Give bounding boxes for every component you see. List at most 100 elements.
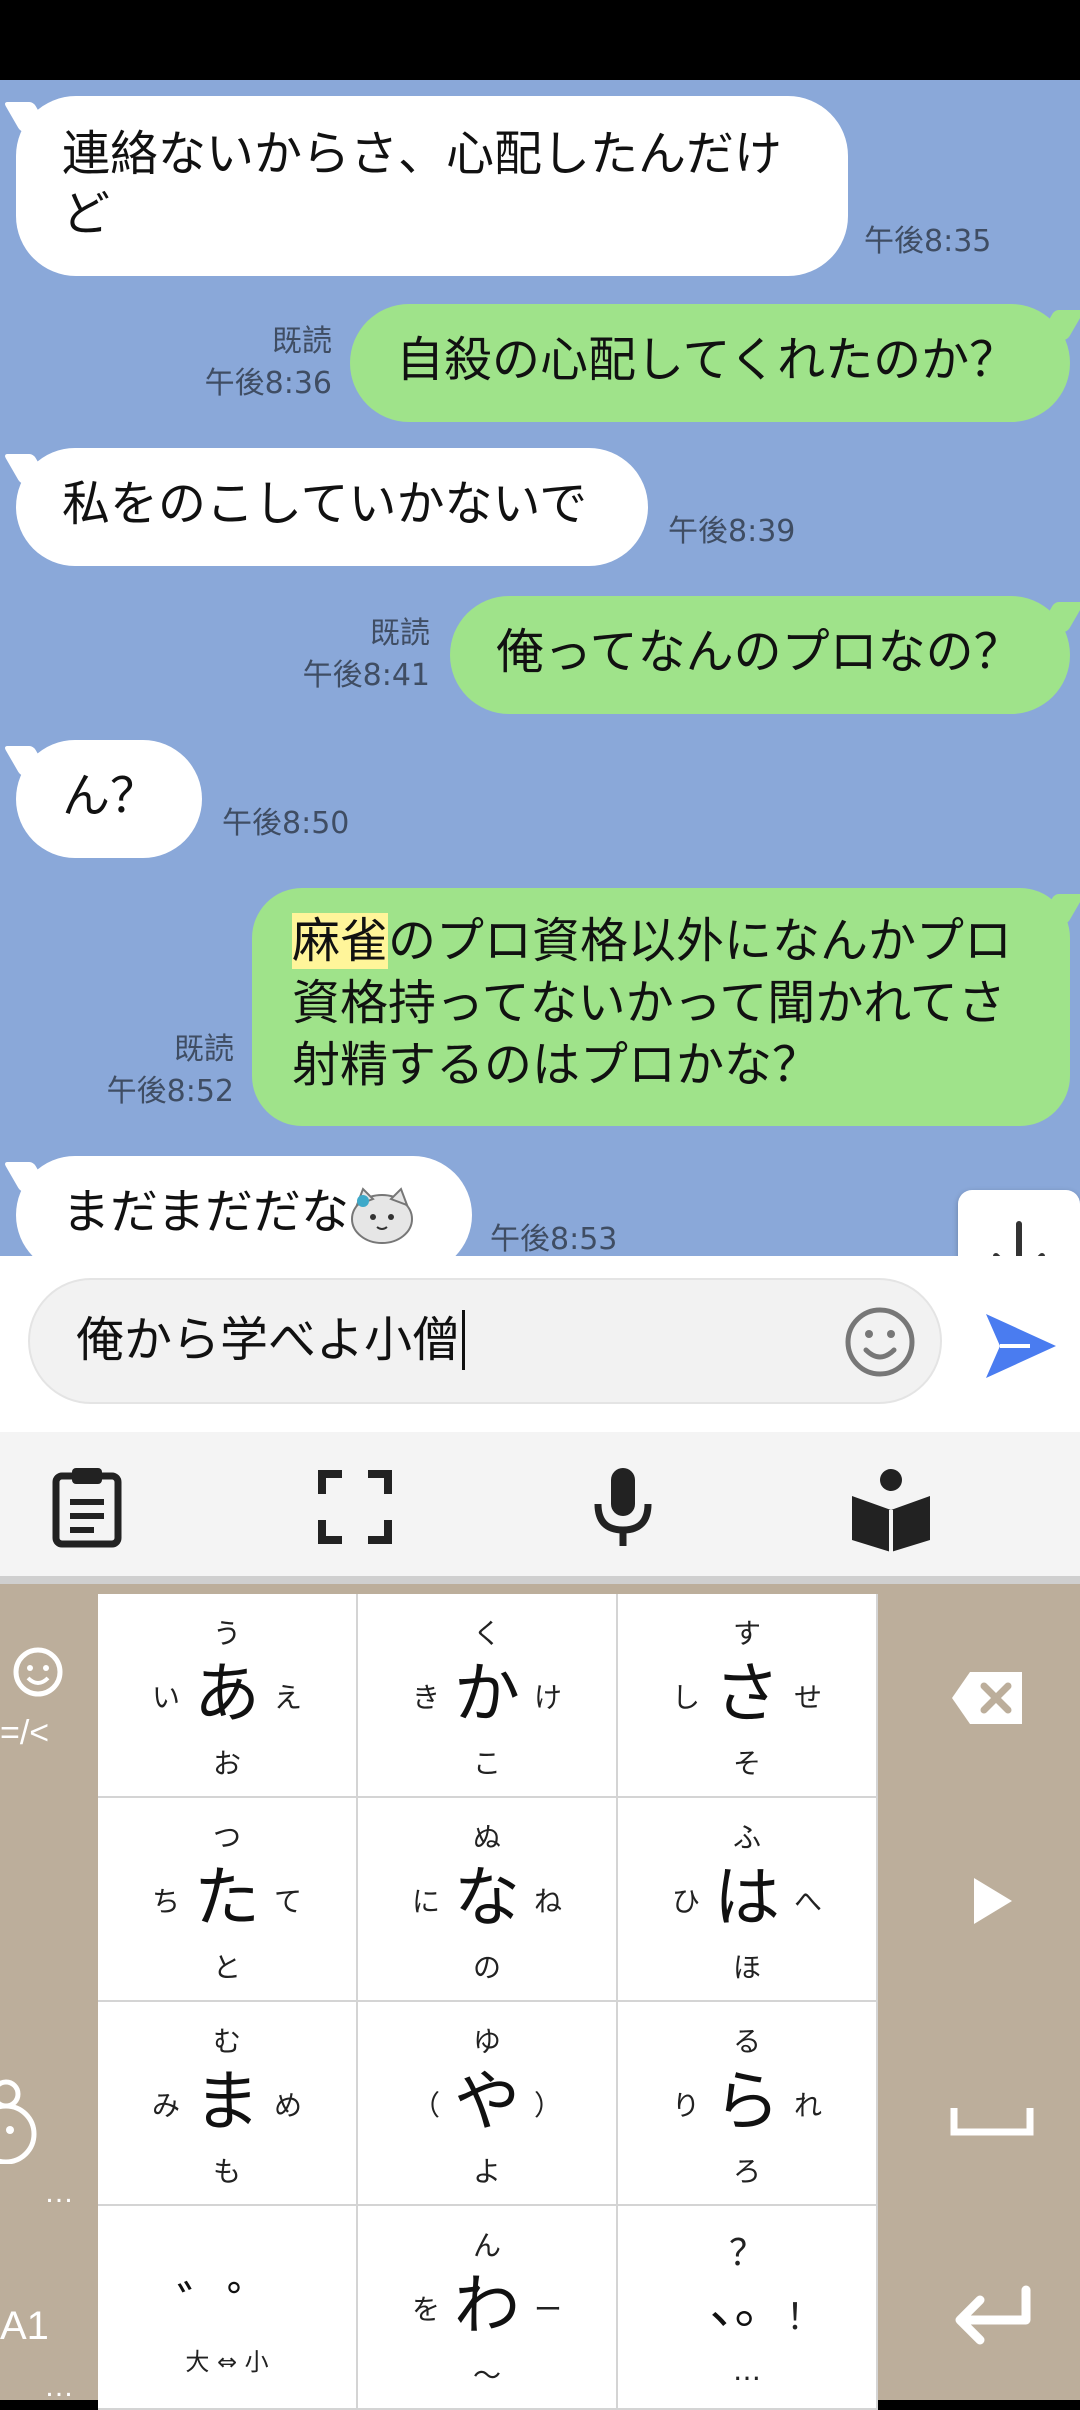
- message-bubble-incoming[interactable]: ん？: [16, 740, 202, 858]
- key-flick-down: も: [212, 2155, 241, 2188]
- message-line-3: 射精するのはプロかな？: [292, 1037, 821, 1093]
- key-main-char: ま: [194, 2063, 260, 2140]
- key-flick-down: ろ: [732, 2155, 761, 2188]
- message-read-status: 既読: [174, 1032, 234, 1067]
- key-main-char: わ: [454, 2267, 520, 2344]
- key-flick-right: れ: [793, 2089, 822, 2122]
- keyboard-toolbar: [0, 1432, 1080, 1584]
- key-flick-down: と: [212, 1951, 241, 1984]
- key-flick-up: む: [212, 2025, 241, 2058]
- bear-icon[interactable]: [0, 2074, 40, 2164]
- chat-area[interactable]: 連絡ないからさ、心配したんだけ ど 午後8:35 既読 午後8:36 自殺の心配…: [0, 80, 1080, 1256]
- key-flick-right: へ: [793, 1885, 822, 1918]
- input-mode-key[interactable]: A1: [0, 2304, 49, 2349]
- message-input-text: 俺から学べよ小僧: [76, 1310, 466, 1370]
- message-read-status: 既読: [370, 616, 430, 651]
- backspace-icon[interactable]: [950, 1668, 1026, 1728]
- message-time: 午後8:53: [490, 1222, 618, 1256]
- message-input-bar: 俺から学べよ小僧: [0, 1256, 1080, 1432]
- arrow-down-icon: [993, 1221, 1045, 1256]
- key-main-char: な: [454, 1859, 520, 1936]
- key-flick-down: 大 ⇔ 小: [185, 2348, 269, 2376]
- key-flick-down: お: [212, 1747, 241, 1780]
- dictionary-icon[interactable]: [846, 1462, 936, 1552]
- key-na[interactable]: ぬ に な ね の: [358, 1798, 618, 2002]
- key-flick-up: ぬ: [472, 1821, 501, 1854]
- key-main-char: さ: [714, 1655, 780, 1732]
- key-flick-down: 〜: [472, 2359, 501, 2392]
- key-wa[interactable]: ん を わ ー 〜: [358, 2206, 618, 2410]
- key-flick-up: う: [212, 1617, 241, 1650]
- message-time: 午後8:35: [864, 224, 992, 259]
- message-time: 午後8:50: [222, 806, 350, 841]
- message-text: のプロ資格以外になんかプロ: [388, 913, 1013, 969]
- more-dots: …: [44, 2176, 74, 2209]
- select-area-icon[interactable]: [310, 1462, 400, 1552]
- key-flick-down: こ: [472, 1747, 501, 1780]
- key-punctuation[interactable]: ？ 、。 ！ …: [618, 2206, 878, 2410]
- message-time: 午後8:36: [204, 366, 332, 401]
- message-bubble-outgoing[interactable]: 麻雀のプロ資格以外になんかプロ 資格持ってないかって聞かれてさ 射精するのはプロ…: [252, 888, 1070, 1126]
- cat-emoji-icon: [351, 1187, 414, 1244]
- key-main-char: た: [194, 1859, 260, 1936]
- key-main-char: 、。: [709, 2277, 785, 2335]
- message-line-2: 資格持ってないかって聞かれてさ: [292, 975, 1006, 1031]
- status-bar: [0, 0, 1080, 80]
- key-flick-right: ね: [533, 1885, 562, 1918]
- key-flick-right: て: [273, 1885, 302, 1918]
- message-time: 午後8:41: [302, 658, 430, 693]
- key-flick-up: ふ: [732, 1821, 761, 1854]
- key-ha[interactable]: ふ ひ は へ ほ: [618, 1798, 878, 2002]
- key-flick-up: す: [732, 1617, 761, 1650]
- key-flick-right: ）: [533, 2089, 562, 2122]
- key-main-char: は: [714, 1859, 780, 1936]
- flick-keyboard: =/< … A1 … う い あ え お く き か け こ す し さ せ そ…: [0, 1584, 1080, 2410]
- key-ka[interactable]: く き か け こ: [358, 1594, 618, 1798]
- key-flick-right: け: [533, 1681, 562, 1714]
- key-flick-right: め: [273, 2089, 302, 2122]
- key-main-char: ゛゜: [177, 2277, 277, 2335]
- message-line-1: 麻雀のプロ資格以外になんかプロ: [292, 910, 1030, 972]
- clipboard-icon[interactable]: [42, 1462, 132, 1552]
- key-ya[interactable]: ゆ （ や ） よ: [358, 2002, 618, 2206]
- key-flick-right: え: [273, 1681, 302, 1714]
- highlighted-text: 麻雀: [292, 913, 389, 969]
- send-icon[interactable]: [980, 1306, 1060, 1386]
- key-a[interactable]: う い あ え お: [98, 1594, 358, 1798]
- cursor-right-icon[interactable]: [970, 1876, 1016, 1926]
- key-flick-down: ほ: [732, 1951, 761, 1984]
- key-flick-up: ゆ: [472, 2025, 501, 2058]
- key-ra[interactable]: る り ら れ ろ: [618, 2002, 878, 2206]
- key-main-char: か: [454, 1655, 520, 1732]
- message-time: 午後8:52: [106, 1074, 234, 1109]
- key-flick-down: そ: [732, 1747, 761, 1780]
- message-read-status: 既読: [272, 324, 332, 359]
- key-flick-up: ん: [472, 2229, 501, 2262]
- message-input-field[interactable]: 俺から学べよ小僧: [28, 1278, 942, 1404]
- message-bubble-outgoing[interactable]: 自殺の心配してくれたのか？: [350, 304, 1070, 422]
- space-icon[interactable]: [950, 2104, 1034, 2138]
- key-ta[interactable]: つ ち た て と: [98, 1798, 358, 2002]
- key-main-char: ら: [714, 2063, 780, 2140]
- microphone-icon[interactable]: [578, 1462, 668, 1552]
- key-flick-up: つ: [212, 1821, 241, 1854]
- key-flick-down: …: [733, 2354, 761, 2387]
- message-bubble-incoming[interactable]: まだまだだな: [16, 1156, 472, 1256]
- key-flick-right: ！: [785, 2297, 822, 2338]
- message-bubble-incoming[interactable]: 私をのこしていかないで: [16, 448, 648, 566]
- key-ma[interactable]: む み ま め も: [98, 2002, 358, 2206]
- enter-icon[interactable]: [950, 2284, 1034, 2354]
- message-bubble-incoming[interactable]: 連絡ないからさ、心配したんだけ ど: [16, 96, 848, 276]
- scroll-to-bottom-button[interactable]: [958, 1190, 1080, 1256]
- more-dots: …: [44, 2370, 74, 2403]
- emoji-icon[interactable]: [842, 1304, 918, 1380]
- message-bubble-outgoing[interactable]: 俺ってなんのプロなの？: [450, 596, 1070, 714]
- key-sa[interactable]: す し さ せ そ: [618, 1594, 878, 1798]
- message-time: 午後8:39: [668, 514, 796, 549]
- key-flick-right: ー: [533, 2293, 562, 2326]
- key-flick-up: く: [472, 1617, 501, 1650]
- key-main-char: あ: [194, 1655, 260, 1732]
- key-dakuten[interactable]: ゛゜ 大 ⇔ 小: [98, 2206, 358, 2410]
- message-text: まだまだだな: [62, 1184, 350, 1240]
- key-main-char: や: [454, 2063, 520, 2140]
